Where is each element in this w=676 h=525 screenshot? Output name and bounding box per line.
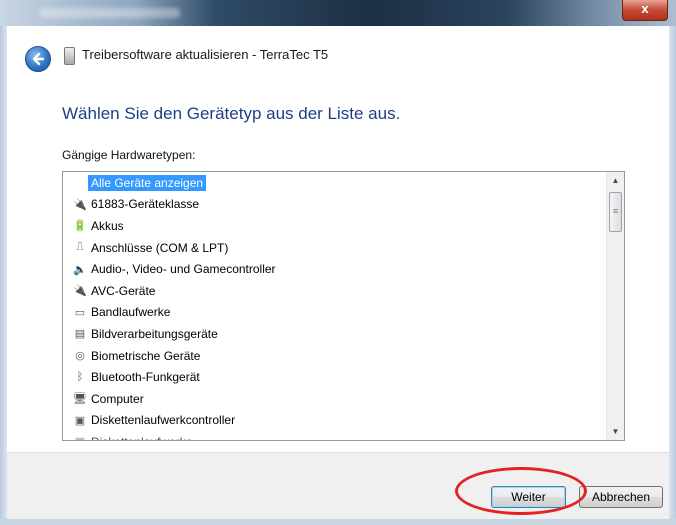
titlebar-blur	[40, 8, 180, 18]
list-item-label: 61883-Geräteklasse	[91, 197, 200, 212]
list-item[interactable]: ▣ Diskettenlaufwerkcontroller	[63, 410, 605, 432]
list-item[interactable]: 🔌 AVC-Geräte	[63, 280, 605, 302]
list-item[interactable]: ◎ Biometrische Geräte	[63, 345, 605, 367]
list-item[interactable]: ⎍ Anschlüsse (COM & LPT)	[63, 237, 605, 259]
cancel-button[interactable]: Abbrechen	[579, 486, 663, 508]
list-item-label: Anschlüsse (COM & LPT)	[91, 240, 229, 255]
list-item-label: Diskettenlaufwerkcontroller	[91, 413, 236, 428]
list-item-label: Bluetooth-Funkgerät	[91, 370, 200, 385]
window-titlebar[interactable]: x	[0, 0, 676, 26]
wizard-title: Treibersoftware aktualisieren - TerraTec…	[82, 47, 329, 62]
list-item-label: Audio-, Video- und Gamecontroller	[91, 262, 276, 277]
list-items: Alle Geräte anzeigen 🔌 61883-Geräteklasse 🔋…	[63, 172, 605, 440]
plug-icon: 🔌	[73, 285, 87, 298]
blank-icon	[72, 175, 88, 191]
window-frame-bottom	[0, 518, 676, 525]
list-label: Gängige Hardwaretypen:	[62, 148, 196, 162]
list-scrollbar[interactable]: ▲ ≡ ▼	[606, 172, 624, 440]
back-button[interactable]	[25, 46, 51, 72]
scroll-thumb[interactable]: ≡	[609, 192, 622, 232]
list-item-label: Computer	[91, 391, 144, 406]
arrow-left-icon	[32, 52, 45, 66]
list-item[interactable]: ᛒ Bluetooth-Funkgerät	[63, 366, 605, 388]
list-item[interactable]: Alle Geräte anzeigen	[63, 172, 605, 194]
list-item-label: Akkus	[91, 218, 124, 233]
speaker-icon: 🔈	[73, 263, 87, 276]
plug-icon: 🔌	[73, 198, 87, 211]
list-item[interactable]: 🔈 Audio-, Video- und Gamecontroller	[63, 258, 605, 280]
close-button[interactable]: x	[622, 0, 668, 21]
wizard-header: Treibersoftware aktualisieren - TerraTec…	[7, 26, 669, 76]
window-frame-right	[669, 26, 676, 525]
hardware-type-list[interactable]: Alle Geräte anzeigen 🔌 61883-Geräteklasse 🔋…	[62, 171, 625, 441]
list-item-label: Bandlaufwerke	[91, 305, 171, 320]
floppy-drive-icon: ▣	[72, 434, 88, 440]
device-icon	[64, 47, 75, 65]
annotation-ellipse	[455, 467, 587, 515]
list-item-label: Bildverarbeitungsgeräte	[91, 326, 218, 341]
list-item-label: Alle Geräte anzeigen	[88, 174, 207, 191]
scroll-down-button[interactable]: ▼	[607, 423, 624, 440]
bluetooth-icon: ᛒ	[76, 371, 84, 384]
port-icon: ⎍	[76, 241, 84, 254]
battery-icon: 🔋	[73, 220, 87, 233]
list-item-label: Biometrische Geräte	[91, 348, 201, 363]
list-item[interactable]: 🔌 61883-Geräteklasse	[63, 194, 605, 216]
list-item[interactable]: 🖥 Computer	[63, 388, 605, 410]
fingerprint-icon: ◎	[75, 350, 85, 363]
scanner-icon: ▤	[74, 328, 86, 341]
list-item-label: Diskettenlaufwerke	[91, 435, 192, 440]
list-item[interactable]: 🔋 Akkus	[63, 215, 605, 237]
page-heading: Wählen Sie den Gerätetyp aus der Liste a…	[62, 104, 401, 123]
list-item[interactable]: ▤ Bildverarbeitungsgeräte	[63, 323, 605, 345]
list-item-label: AVC-Geräte	[91, 283, 156, 298]
window-frame-left	[0, 26, 7, 525]
list-item[interactable]: ▭ Bandlaufwerke	[63, 302, 605, 324]
scroll-up-button[interactable]: ▲	[607, 172, 624, 189]
floppy-controller-icon: ▣	[74, 414, 86, 427]
wizard-content: Wählen Sie den Gerätetyp aus der Liste a…	[7, 76, 669, 452]
tape-drive-icon: ▭	[74, 306, 86, 319]
list-item[interactable]: ▣Diskettenlaufwerke	[63, 431, 605, 440]
computer-icon: 🖥	[73, 393, 87, 406]
